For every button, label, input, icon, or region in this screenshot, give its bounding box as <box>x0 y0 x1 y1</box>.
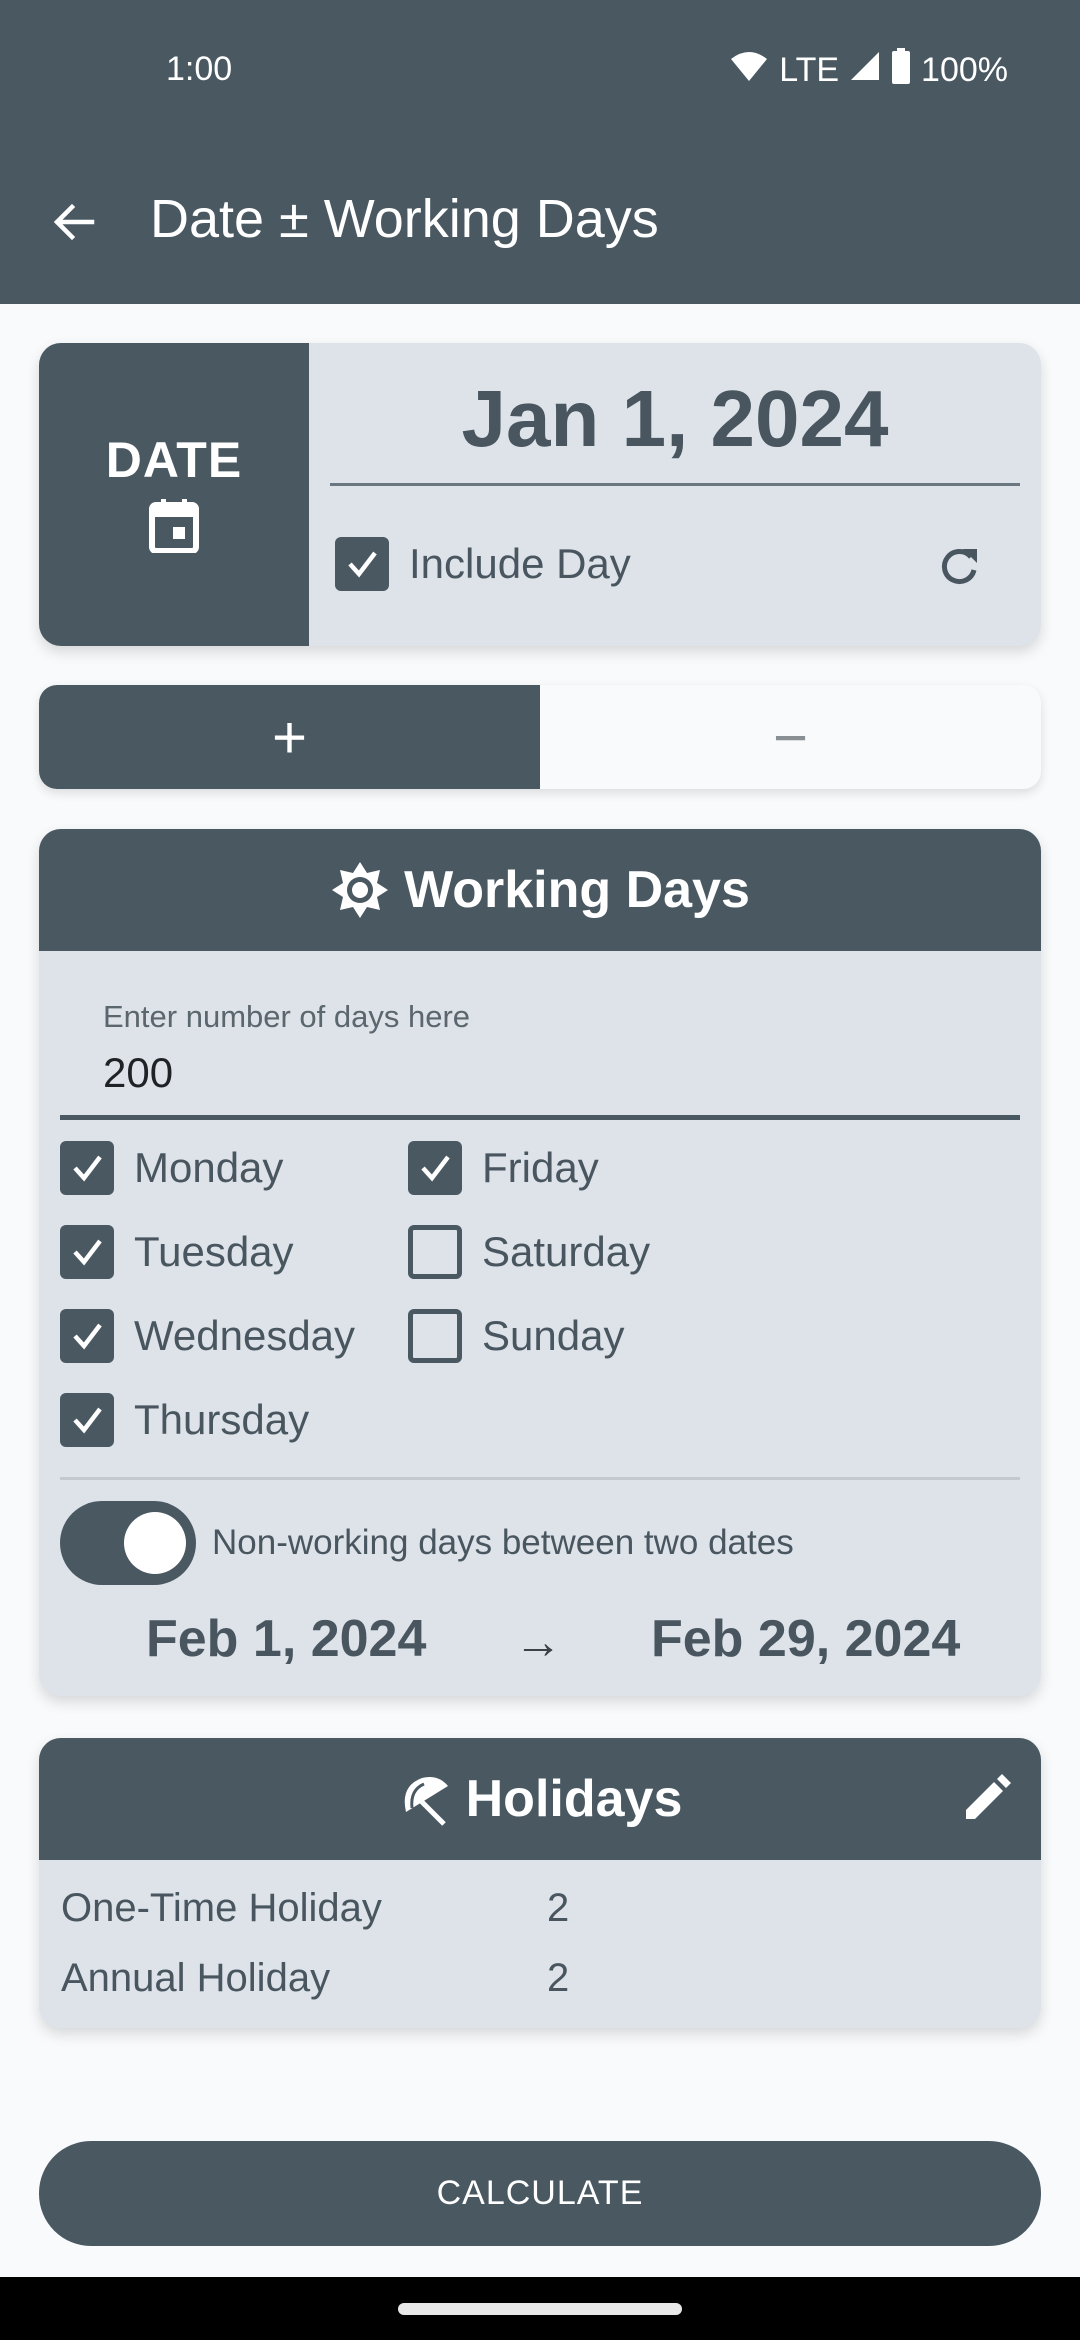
holidays-header: Holidays <box>39 1738 1041 1860</box>
arrow-back-icon <box>53 203 95 241</box>
selected-date[interactable]: Jan 1, 2024 <box>330 373 1020 465</box>
weekday-checkbox-thursday[interactable]: Thursday <box>60 1393 309 1447</box>
status-icons: LTE 100% <box>729 48 1008 93</box>
checkbox-checked[interactable] <box>408 1141 462 1195</box>
date-picker-button[interactable]: DATE <box>39 343 309 646</box>
date-label: DATE <box>105 432 243 488</box>
switch-knob <box>124 1512 186 1574</box>
edit-holidays-button[interactable] <box>957 1768 1017 1828</box>
plus-icon: + <box>271 703 308 771</box>
date-underline <box>330 483 1020 486</box>
network-type: LTE <box>779 51 840 89</box>
working-days-header: Working Days <box>39 829 1041 951</box>
divider <box>60 1477 1020 1480</box>
check-icon <box>73 1155 102 1182</box>
non-working-days-toggle-row[interactable]: Non-working days between two dates <box>60 1501 794 1585</box>
weekday-label: Monday <box>134 1144 284 1191</box>
days-input-label: Enter number of days here <box>103 999 471 1034</box>
weekday-checkbox-wednesday[interactable]: Wednesday <box>60 1309 355 1363</box>
holidays-title: Holidays <box>465 1770 683 1828</box>
arrow-right-icon: → <box>514 1616 562 1669</box>
navigation-bar <box>0 2277 1080 2340</box>
page-title: Date ± Working Days <box>150 189 659 249</box>
check-icon <box>73 1323 102 1350</box>
working-days-card: Working Days Enter number of days here 2… <box>39 829 1041 1696</box>
weekday-checkbox-monday[interactable]: Monday <box>60 1141 283 1195</box>
refresh-icon <box>941 549 977 584</box>
checkbox-unchecked[interactable] <box>408 1225 462 1279</box>
include-day-label: Include Day <box>409 540 631 587</box>
home-handle[interactable] <box>398 2303 682 2315</box>
weekday-label: Sunday <box>482 1312 625 1359</box>
signal-icon <box>849 50 881 91</box>
brightness-icon <box>332 862 389 918</box>
check-icon <box>73 1239 102 1266</box>
weekday-checkbox-tuesday[interactable]: Tuesday <box>60 1225 294 1279</box>
checkbox-checked[interactable] <box>60 1309 114 1363</box>
status-bar: 1:00 LTE 100% <box>0 0 1080 140</box>
weekday-checkbox-sunday[interactable]: Sunday <box>408 1309 624 1363</box>
weekday-label: Thursday <box>134 1396 310 1443</box>
weekday-label: Tuesday <box>134 1228 294 1275</box>
minus-icon: − <box>772 703 809 771</box>
calendar-icon <box>149 499 199 558</box>
include-day-checkbox[interactable]: Include Day <box>335 537 631 591</box>
weekday-label: Wednesday <box>134 1312 356 1359</box>
weekday-checkbox-saturday[interactable]: Saturday <box>408 1225 650 1279</box>
weekday-checkbox-friday[interactable]: Friday <box>408 1141 599 1195</box>
subtract-button[interactable]: − <box>540 685 1041 789</box>
non-working-days-label: Non-working days between two dates <box>212 1523 794 1562</box>
date-range: Feb 1, 2024 → Feb 29, 2024 <box>39 1609 1041 1679</box>
check-icon <box>73 1407 102 1434</box>
weekday-label: Saturday <box>482 1228 651 1275</box>
weekday-label: Friday <box>482 1144 599 1191</box>
range-start-date[interactable]: Feb 1, 2024 <box>146 1609 426 1669</box>
working-days-title: Working Days <box>404 861 750 919</box>
reset-button[interactable] <box>929 537 989 597</box>
beach-umbrella-icon <box>404 1777 448 1826</box>
add-button[interactable]: + <box>39 685 540 789</box>
checkbox-checked[interactable] <box>60 1141 114 1195</box>
battery-percent: 100% <box>921 51 1008 89</box>
wifi-icon <box>729 49 769 92</box>
holidays-card: Holidays One-Time Holiday 2 Annual Holid… <box>39 1738 1041 2028</box>
checkbox-checked[interactable] <box>335 537 389 591</box>
date-card: DATE Jan 1, 2024 Include Day <box>39 343 1041 646</box>
days-input[interactable]: 200 <box>103 1049 173 1097</box>
calculate-label: CALCULATE <box>436 2174 644 2212</box>
status-time: 1:00 <box>166 50 233 88</box>
days-input-underline <box>60 1115 1020 1120</box>
holiday-row: Annual Holiday 2 <box>61 1956 569 2001</box>
range-end-date[interactable]: Feb 29, 2024 <box>651 1609 960 1669</box>
checkbox-unchecked[interactable] <box>408 1309 462 1363</box>
battery-icon <box>891 48 911 93</box>
holiday-label: One-Time Holiday <box>61 1886 382 1930</box>
holiday-count: 2 <box>547 1956 570 2000</box>
holiday-count: 2 <box>547 1886 570 1930</box>
checkbox-checked[interactable] <box>60 1225 114 1279</box>
pencil-icon <box>966 1774 1011 1819</box>
check-icon <box>421 1155 450 1182</box>
non-working-days-switch[interactable] <box>60 1501 196 1585</box>
checkbox-checked[interactable] <box>60 1393 114 1447</box>
operation-toggle: + − <box>39 685 1041 789</box>
back-button[interactable] <box>44 192 104 252</box>
holiday-row: One-Time Holiday 2 <box>61 1886 569 1931</box>
calculate-button[interactable]: CALCULATE <box>39 2141 1041 2246</box>
check-icon <box>348 551 377 578</box>
holiday-label: Annual Holiday <box>61 1956 331 2000</box>
app-bar: Date ± Working Days <box>0 140 1080 304</box>
